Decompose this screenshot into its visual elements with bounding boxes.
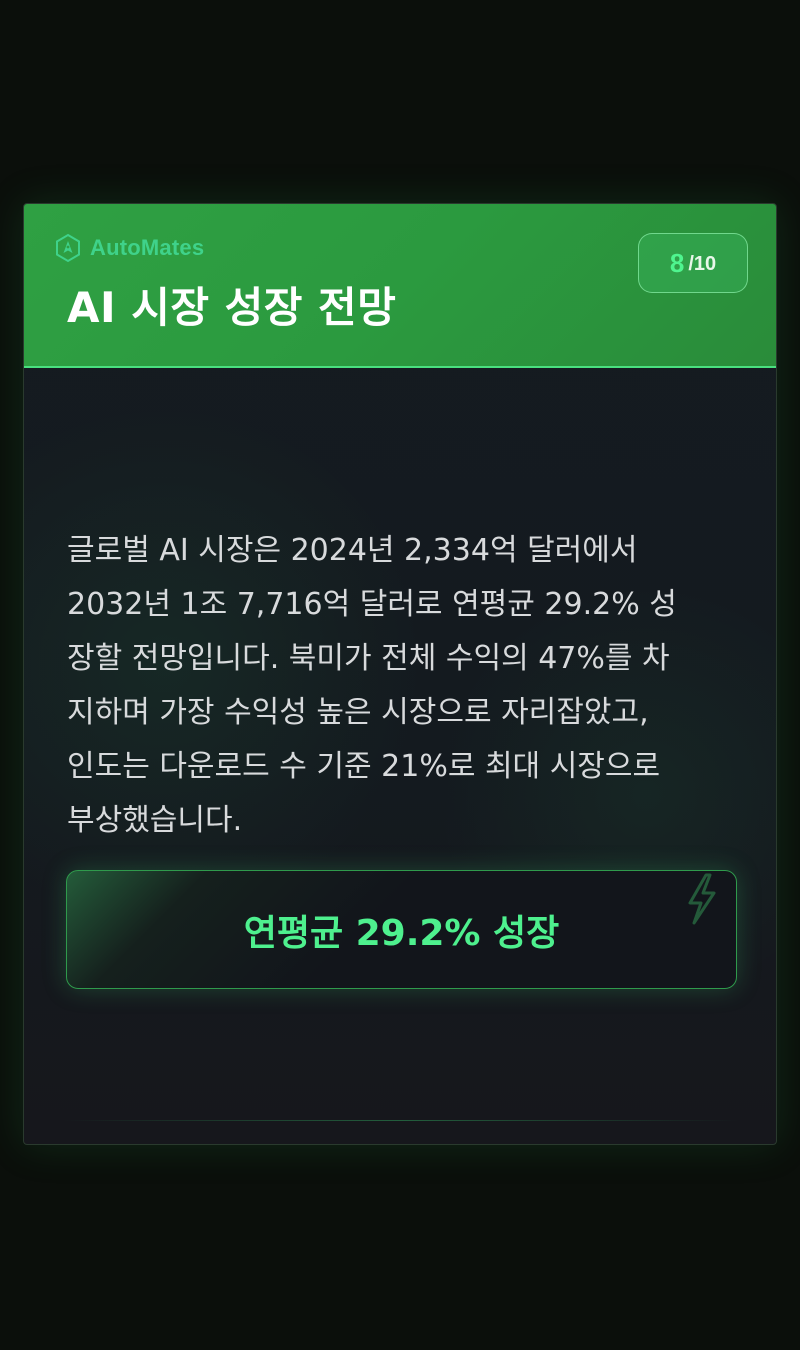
highlight-callout: 연평균 29.2% 성장 <box>66 870 737 989</box>
page-current: 8 <box>669 247 685 278</box>
lightning-bolt-icon <box>688 873 716 925</box>
slide-card: AutoMates AI 시장 성장 전망 8 /10 글로벌 AI 시장은 2… <box>23 203 777 1145</box>
slide-header: AutoMates AI 시장 성장 전망 8 /10 <box>24 204 776 368</box>
body-paragraph: 글로벌 AI 시장은 2024년 2,334억 달러에서 2032년 1조 7,… <box>67 533 677 838</box>
page-total: /10 <box>688 252 717 275</box>
highlight-text: 연평균 29.2% 성장 <box>243 912 560 954</box>
brand-name: AutoMates <box>90 235 205 260</box>
page-counter-badge: 8 /10 <box>638 233 748 293</box>
page-title: AI 시장 성장 전망 <box>67 283 397 332</box>
hexagon-logo-icon <box>56 233 80 263</box>
bottom-divider <box>64 1120 738 1121</box>
brand: AutoMates <box>54 233 204 263</box>
